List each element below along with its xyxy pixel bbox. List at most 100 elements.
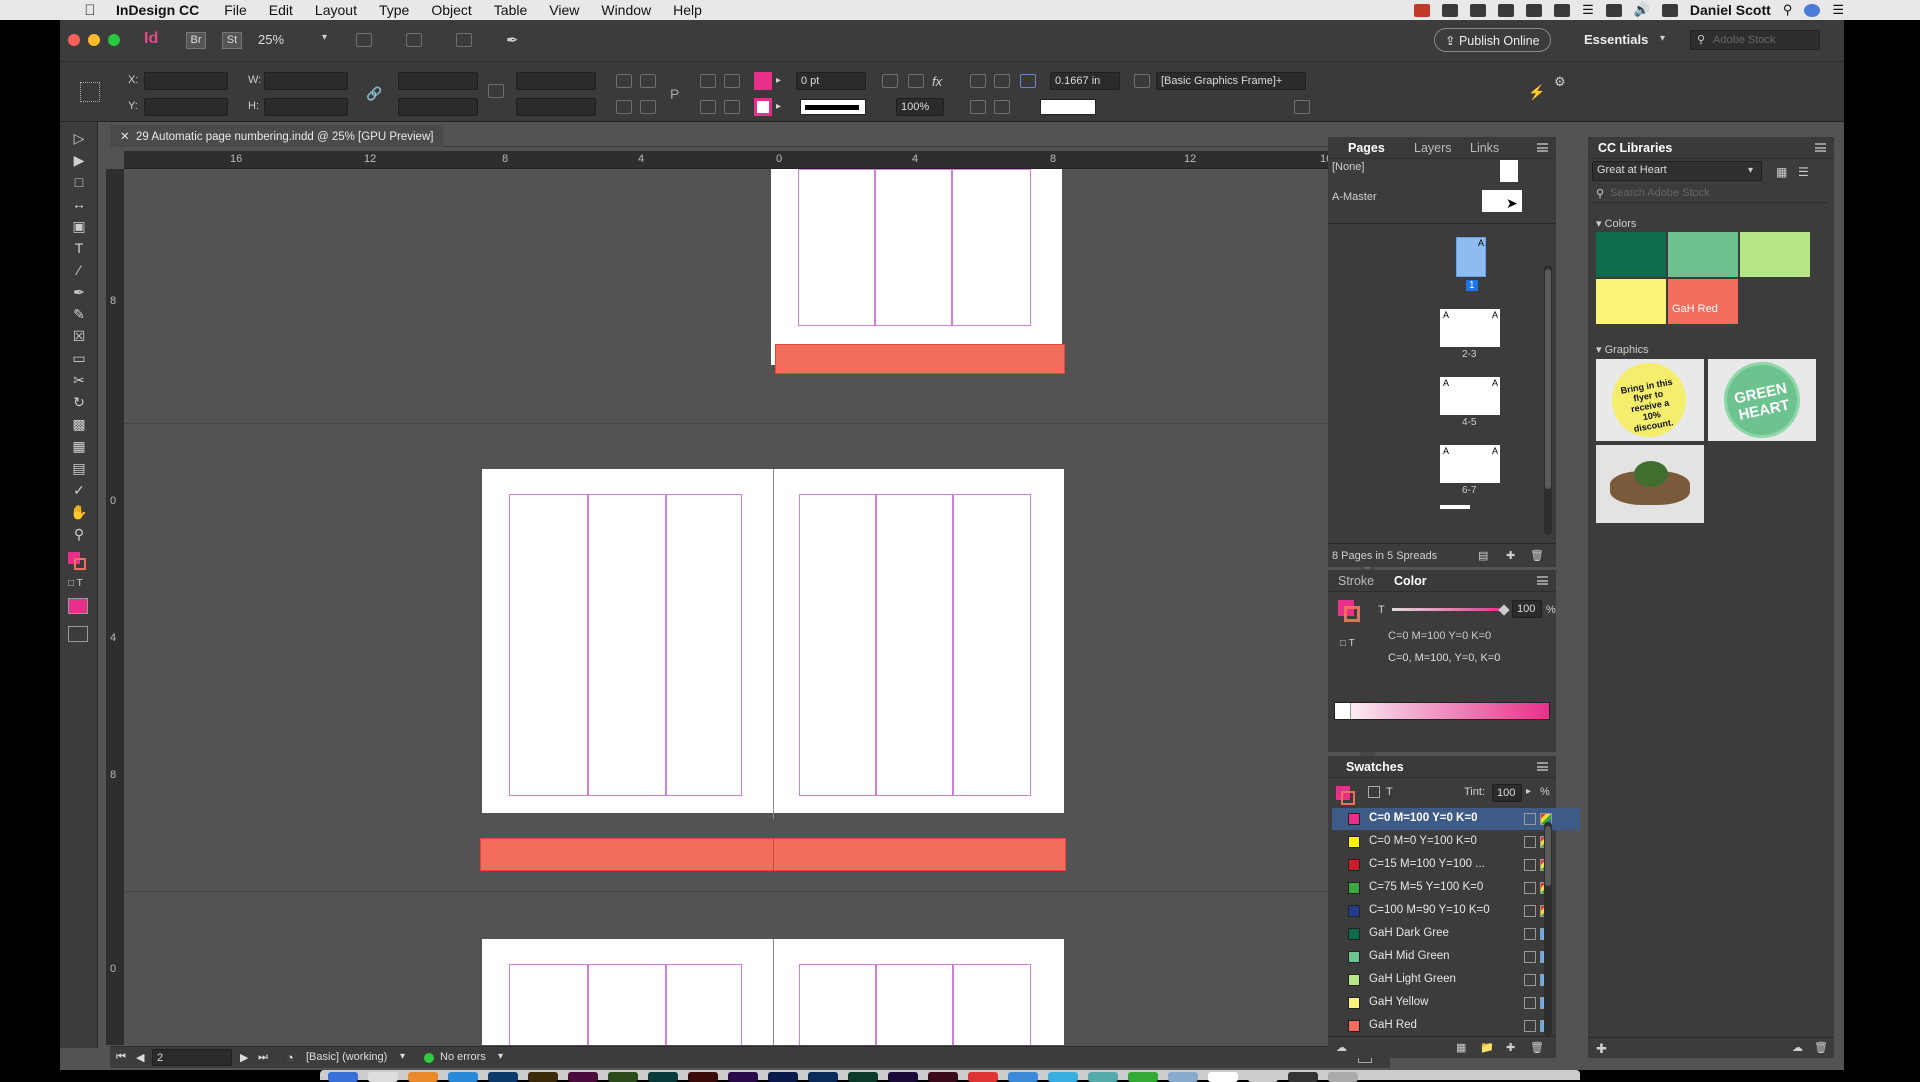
frame-fitting-icon[interactable] (882, 74, 898, 88)
container-text-toggle-icon[interactable]: □ T (1340, 638, 1355, 649)
battery-icon[interactable] (1661, 3, 1678, 17)
previous-page-icon[interactable]: ◀ (136, 1051, 144, 1064)
swatch-row[interactable]: GaH Dark Gree (1332, 923, 1580, 945)
swatch-row[interactable]: GaH Mid Green (1332, 946, 1580, 968)
object-style-select[interactable]: [Basic Graphics Frame]+ (1156, 72, 1306, 90)
stroke-type-select[interactable] (800, 99, 866, 115)
constrain-scale-icon[interactable] (488, 84, 504, 98)
flip-vertical-icon[interactable] (640, 100, 656, 114)
zoom-dropdown-icon[interactable]: ▾ (322, 32, 327, 43)
constrain-proportions-icon[interactable]: 🔗 (366, 86, 382, 102)
tint-slider-handle[interactable] (1498, 604, 1510, 616)
library-color-mid-green[interactable] (1668, 232, 1738, 277)
spread-8-thumb[interactable] (1440, 505, 1470, 509)
swatch-row[interactable]: C=0 M=100 Y=0 K=0 (1332, 808, 1580, 830)
document-tab[interactable]: ✕ 29 Automatic page numbering.indd @ 25%… (110, 125, 444, 147)
hand-tool-icon[interactable]: ✋ (70, 504, 88, 520)
minimize-window-button[interactable] (88, 34, 100, 46)
tab-layers[interactable]: Layers (1414, 141, 1452, 155)
control-settings-icon[interactable]: ⚙ (1554, 74, 1566, 90)
screen-icon[interactable] (1470, 3, 1487, 17)
preflight-profile[interactable]: [Basic] (working) (306, 1051, 387, 1063)
tab-stroke[interactable]: Stroke (1338, 574, 1374, 588)
quick-apply-icon[interactable]: ⚡ (1528, 84, 1545, 101)
color-ramp[interactable] (1334, 702, 1550, 720)
dock-app-icon[interactable] (1288, 1072, 1318, 1082)
volume-icon[interactable]: 🔊 (1634, 2, 1650, 18)
spacing-icon[interactable] (1020, 74, 1036, 88)
swatch-stroke-icon[interactable] (1341, 791, 1355, 805)
fill-swatch[interactable] (754, 72, 772, 90)
swatch-tint-field[interactable]: 100 (1492, 784, 1522, 802)
spotlight-search-icon[interactable]: ⚲ (1783, 2, 1793, 18)
height-field[interactable] (264, 98, 348, 116)
rotate-cw-icon[interactable] (616, 74, 632, 88)
show-all-swatches-icon[interactable]: ▦ (1456, 1041, 1466, 1054)
workspace-switcher[interactable]: Essentials (1584, 32, 1648, 47)
new-page-icon[interactable]: ✚ (1506, 549, 1515, 562)
menu-object[interactable]: Object (431, 2, 471, 18)
dock-app-icon[interactable] (368, 1072, 398, 1082)
menu-window[interactable]: Window (601, 2, 651, 18)
siri-icon[interactable] (1804, 3, 1821, 17)
menu-file[interactable]: File (224, 2, 247, 18)
dock-app-icon[interactable] (528, 1072, 558, 1082)
width-field[interactable] (264, 72, 348, 90)
stroke-color-box[interactable] (1344, 606, 1360, 622)
cc-library-icon[interactable]: ☁ (1336, 1041, 1347, 1054)
none-master-label[interactable]: [None] (1332, 161, 1364, 173)
stroke-color-icon[interactable] (74, 558, 86, 570)
none-color-icon[interactable] (1335, 703, 1351, 719)
graphic-discount-badge[interactable]: Bring in this flyer to receive a 10% dis… (1596, 357, 1704, 443)
y-field[interactable] (144, 98, 228, 116)
scissors-tool-icon[interactable]: ✂ (70, 372, 88, 388)
swatch-tint-arrow-icon[interactable]: ▸ (1526, 786, 1531, 797)
swatch-row[interactable]: GaH Light Green (1332, 969, 1580, 991)
tab-color[interactable]: Color (1394, 574, 1427, 588)
stroke-menu-icon[interactable]: ▸ (776, 101, 781, 112)
scale-y-field[interactable] (398, 98, 478, 116)
align-left-icon[interactable] (970, 74, 986, 88)
pages-scrollbar[interactable] (1544, 265, 1552, 535)
document-canvas[interactable] (124, 169, 1375, 1045)
panel-menu-icon[interactable] (1815, 143, 1826, 152)
screen-mode-icon[interactable] (406, 33, 422, 47)
distribute-icon[interactable] (970, 100, 986, 114)
publish-online-button[interactable]: ⇪ Publish Online (1434, 28, 1551, 52)
delete-swatch-icon[interactable]: 🗑 (1530, 1041, 1544, 1054)
close-tab-icon[interactable]: ✕ (120, 131, 136, 143)
dock-app-icon[interactable] (568, 1072, 598, 1082)
dock-app-icon[interactable] (408, 1072, 438, 1082)
menu-layout[interactable]: Layout (315, 2, 357, 18)
rectangle-frame-tool-icon[interactable]: ☒ (70, 328, 88, 344)
dock-app-icon[interactable] (448, 1072, 478, 1082)
horizontal-ruler[interactable]: 16 12 8 4 0 4 8 12 16 (124, 151, 1375, 169)
pencil-tool-icon[interactable]: ✎ (70, 306, 88, 322)
x-field[interactable] (144, 72, 228, 90)
select-previous-icon[interactable] (724, 100, 740, 114)
swatches-scrollbar-thumb[interactable] (1545, 826, 1551, 886)
creative-cloud-icon[interactable] (1442, 3, 1459, 17)
red-footer-band[interactable] (775, 344, 1065, 374)
dock-app-icon[interactable] (1168, 1072, 1198, 1082)
swatch-text-icon[interactable]: T (1386, 786, 1393, 798)
new-swatch-icon[interactable]: ✚ (1506, 1041, 1515, 1054)
reference-point-icon[interactable] (80, 82, 100, 102)
screen-mode-normal-icon[interactable] (68, 626, 88, 642)
menu-type[interactable]: Type (379, 2, 409, 18)
dock-app-icon[interactable] (848, 1072, 878, 1082)
dock-app-icon[interactable] (1008, 1072, 1038, 1082)
library-color-yellow[interactable] (1596, 279, 1666, 324)
workspace-dropdown-icon[interactable]: ▾ (1660, 33, 1665, 44)
swatch-row[interactable]: C=75 M=5 Y=100 K=0 (1332, 877, 1580, 899)
graphics-section-label[interactable]: ▾ Graphics (1596, 343, 1649, 356)
colors-section-label[interactable]: ▾ Colors (1596, 217, 1636, 230)
edit-page-size-icon[interactable]: ▤ (1478, 549, 1488, 562)
vertical-ruler[interactable]: 8 0 4 8 0 (106, 169, 124, 1045)
menu-edit[interactable]: Edit (269, 2, 293, 18)
text-wrap-icon[interactable] (1294, 100, 1310, 114)
pen-tool-icon[interactable]: ✒ (70, 284, 88, 300)
spacing-field[interactable]: 0.1667 in (1050, 72, 1120, 90)
shear-field[interactable] (516, 98, 596, 116)
dock-app-icon[interactable] (1048, 1072, 1078, 1082)
